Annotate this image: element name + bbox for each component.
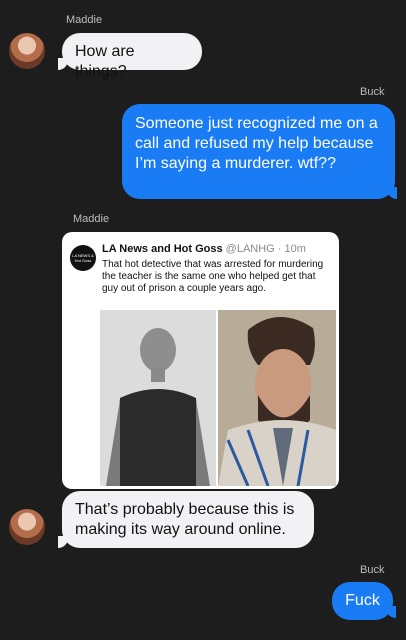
- message-bubble-incoming[interactable]: That’s probably because this is making i…: [62, 491, 314, 548]
- avatar[interactable]: [9, 509, 45, 545]
- message-text: Fuck: [345, 592, 380, 609]
- sender-name-buck: Buck: [360, 86, 385, 98]
- tweet-meta: @LANHG · 10m: [225, 243, 306, 255]
- tweet-author-name: LA News and Hot Goss: [102, 243, 223, 255]
- tweet-photo-right: [218, 310, 336, 486]
- tweet-text: That hot detective that was arrested for…: [102, 259, 324, 294]
- tweet-avatar-text: LA NEWS & Hot Goss: [72, 253, 94, 263]
- tweet-screenshot[interactable]: LA NEWS & Hot Goss LA News and Hot Goss …: [62, 232, 339, 489]
- message-bubble-outgoing[interactable]: Someone just recognized me on a call and…: [122, 104, 395, 199]
- message-bubble-outgoing[interactable]: Fuck: [332, 582, 393, 620]
- message-text: How are things?: [75, 43, 135, 80]
- tweet-photo-left: [100, 310, 216, 486]
- sender-name-buck: Buck: [360, 564, 385, 576]
- sender-name-maddie: Maddie: [73, 213, 110, 225]
- message-text: Someone just recognized me on a call and…: [135, 115, 378, 172]
- tweet-header: LA News and Hot Goss @LANHG · 10m: [102, 243, 306, 255]
- message-text: That’s probably because this is making i…: [75, 501, 295, 538]
- message-bubble-incoming[interactable]: How are things?: [62, 33, 202, 80]
- tweet-avatar: LA NEWS & Hot Goss: [70, 245, 96, 271]
- person-photo-icon: [100, 310, 216, 486]
- sender-name-maddie: Maddie: [66, 14, 103, 26]
- avatar[interactable]: [9, 33, 45, 69]
- person-photo-icon: [218, 310, 336, 486]
